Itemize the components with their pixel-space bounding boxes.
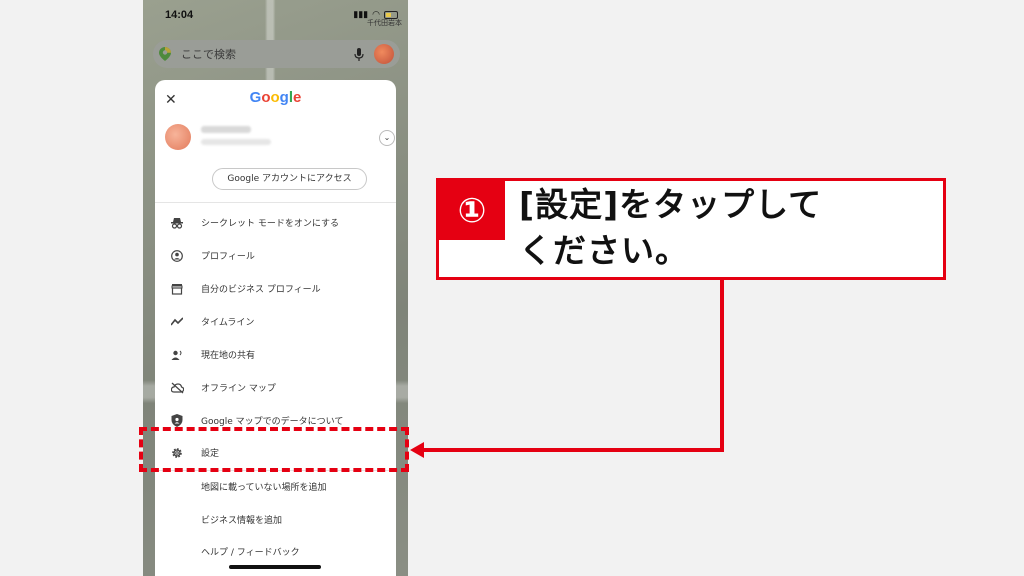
location-share-icon — [170, 348, 184, 362]
settings-highlight-box — [139, 427, 409, 472]
shield-icon — [170, 414, 184, 428]
account-menu-sheet: ✕ Google ⌄ Google アカウントにアクセス シークレット モードを… — [155, 80, 396, 576]
home-indicator — [229, 565, 321, 569]
menu-item-label: プロフィール — [201, 252, 255, 262]
menu-item-label: オフライン マップ — [201, 384, 276, 394]
menu-item-help-feedback[interactable]: ヘルプ / フィードバック — [155, 535, 396, 568]
connector-line — [420, 448, 724, 452]
profile-icon — [170, 249, 184, 263]
status-time: 14:04 — [165, 9, 194, 21]
menu-item-label: ヘルプ / フィードバック — [201, 548, 300, 558]
status-bar: 14:04 千代田岩本 ▮▮▮ ◠ — [143, 0, 408, 30]
store-icon — [170, 282, 184, 296]
phone-screen: 14:04 千代田岩本 ▮▮▮ ◠ ここで検索 ✕ Google ⌄ Googl… — [143, 0, 408, 576]
avatar[interactable] — [374, 44, 394, 64]
step-number-badge: ① — [439, 181, 505, 240]
menu-item-profile[interactable]: プロフィール — [155, 239, 396, 272]
menu-item-label: タイムライン — [201, 318, 255, 328]
google-logo: Google — [249, 89, 302, 106]
maps-pin-icon — [159, 47, 171, 61]
tutorial-slide: 14:04 千代田岩本 ▮▮▮ ◠ ここで検索 ✕ Google ⌄ Googl… — [0, 0, 1024, 576]
signal-icon: ▮▮▮ — [353, 9, 369, 19]
menu-item-label: Google マップでのデータについて — [201, 417, 344, 427]
menu-item-location-sharing[interactable]: 現在地の共有 — [155, 338, 396, 371]
instruction-line-2: ください。 — [519, 231, 689, 270]
arrow-head-icon — [410, 442, 424, 458]
menu-header: ✕ Google — [155, 80, 396, 120]
menu-item-label: シークレット モードをオンにする — [201, 219, 339, 229]
menu-item-label: 自分のビジネス プロフィール — [201, 285, 321, 295]
divider — [155, 202, 396, 203]
instruction-line-1: [設定]をタップして — [519, 185, 823, 224]
menu-item-add-business[interactable]: ビジネス情報を追加 — [155, 503, 396, 536]
google-account-button[interactable]: Google アカウントにアクセス — [212, 168, 367, 190]
instruction-text: [設定]をタップして ください。 — [519, 182, 822, 274]
cloud-off-icon — [170, 381, 184, 395]
menu-item-offline-maps[interactable]: オフライン マップ — [155, 371, 396, 404]
battery-icon — [384, 10, 398, 19]
account-info — [155, 120, 396, 165]
menu-item-add-missing-place[interactable]: 地図に載っていない場所を追加 — [155, 470, 396, 503]
instruction-callout: ① [設定]をタップして ください。 — [436, 178, 946, 280]
search-bar[interactable]: ここで検索 — [153, 40, 400, 68]
incognito-icon — [170, 216, 184, 230]
mic-icon[interactable] — [354, 47, 364, 61]
menu-item-label: ビジネス情報を追加 — [201, 516, 283, 526]
status-icons: ▮▮▮ ◠ — [353, 9, 398, 20]
chevron-down-icon[interactable]: ⌄ — [379, 130, 395, 146]
menu-item-business-profile[interactable]: 自分のビジネス プロフィール — [155, 272, 396, 305]
timeline-icon — [170, 315, 184, 329]
menu-item-incognito[interactable]: シークレット モードをオンにする — [155, 206, 396, 239]
menu-item-timeline[interactable]: タイムライン — [155, 305, 396, 338]
wifi-icon: ◠ — [372, 9, 380, 19]
account-avatar — [165, 124, 191, 150]
menu-item-label: 現在地の共有 — [201, 351, 256, 361]
connector-line — [720, 280, 724, 452]
menu-item-label: 地図に載っていない場所を追加 — [201, 483, 327, 493]
search-input[interactable]: ここで検索 — [181, 46, 354, 62]
account-name-blurred — [201, 126, 251, 133]
account-email-blurred — [201, 139, 271, 145]
